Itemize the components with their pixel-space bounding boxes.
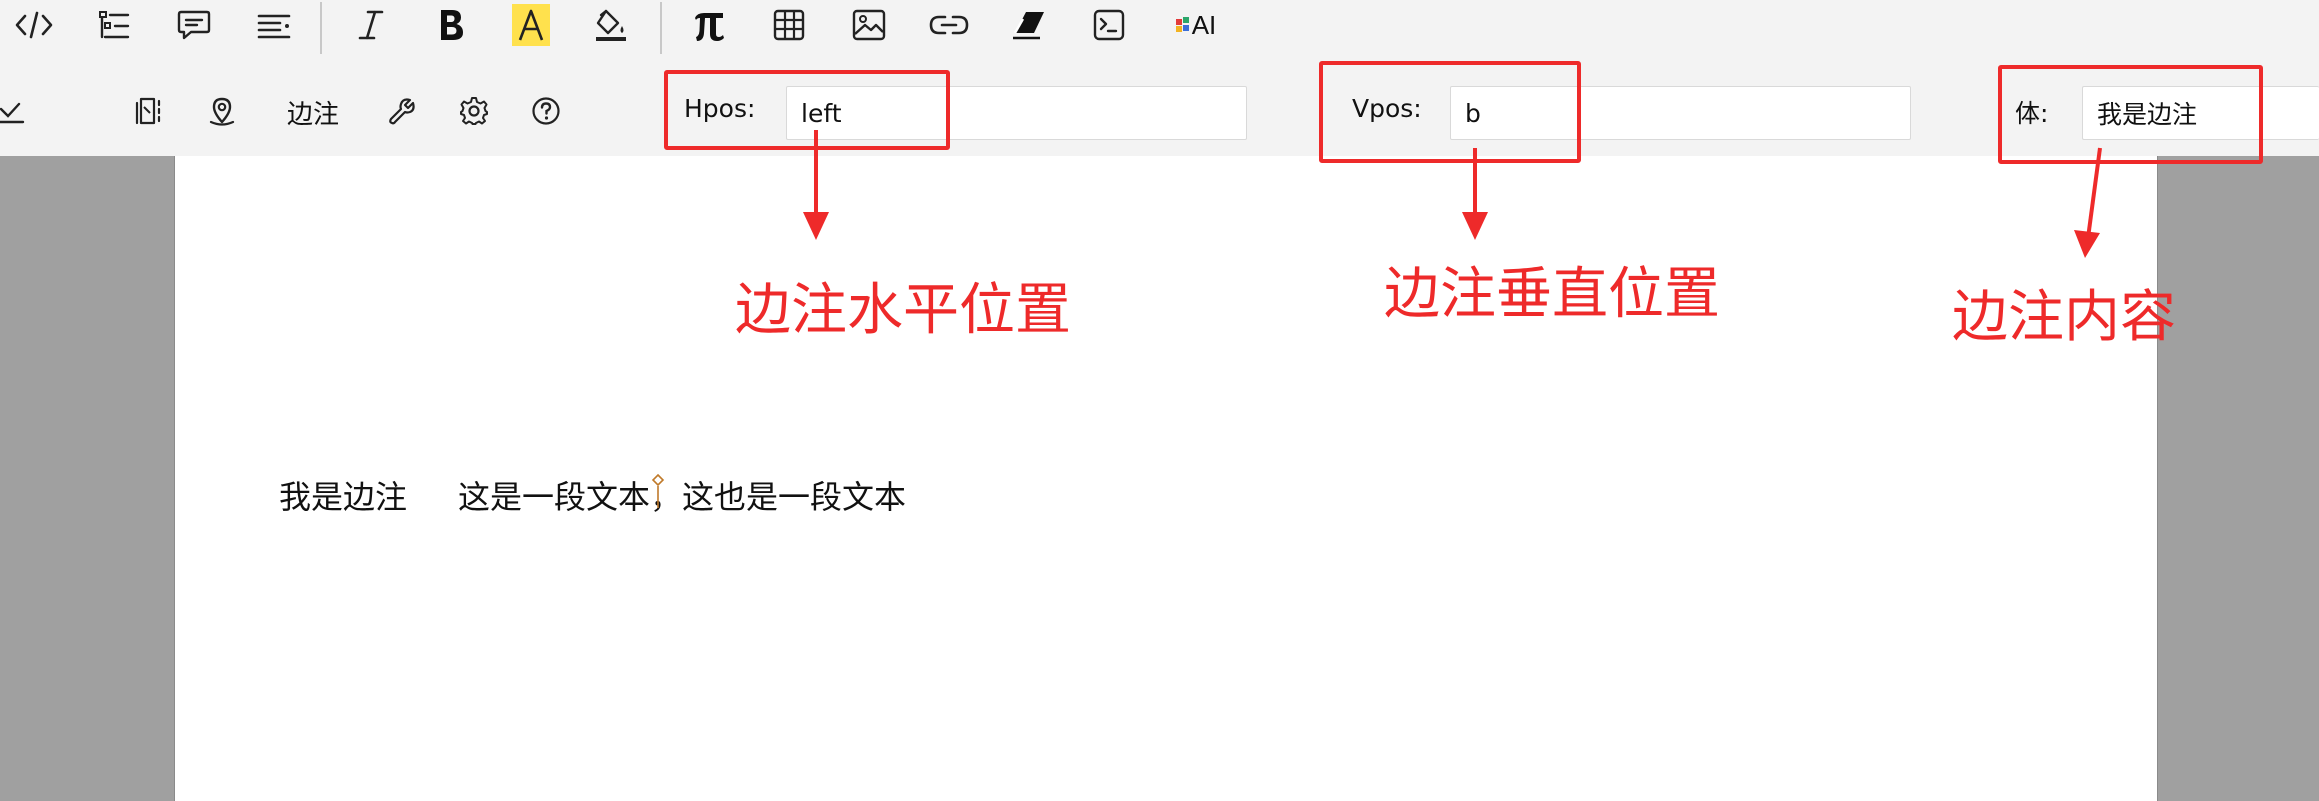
annotation-arrows (803, 130, 2102, 258)
hpos-annotation: 边注水平位置 (735, 278, 1071, 343)
body-annotation: 边注内容 (1952, 285, 2176, 350)
vpos-annotation: 边注垂直位置 (1384, 262, 1720, 327)
